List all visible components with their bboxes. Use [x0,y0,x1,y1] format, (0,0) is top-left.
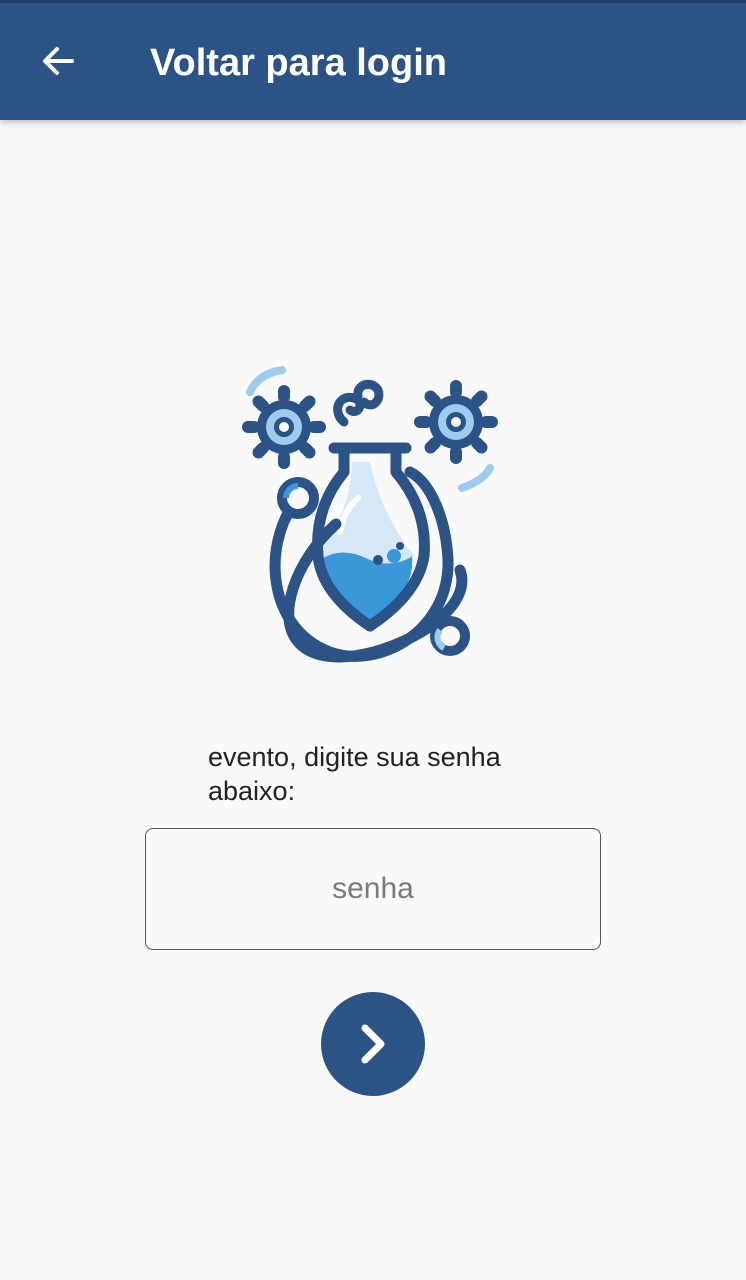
instruction-text: evento, digite sua senha abaixo: [208,742,501,806]
arrow-left-icon [43,47,74,75]
app-bar: Voltar para login [0,0,746,120]
app-title: Voltar para login [150,42,448,84]
back-button[interactable] [28,31,88,91]
password-input[interactable] [145,828,601,950]
science-flask-gears-icon [240,360,506,670]
submit-button[interactable] [321,992,425,1096]
chevron-right-icon [361,1024,385,1064]
